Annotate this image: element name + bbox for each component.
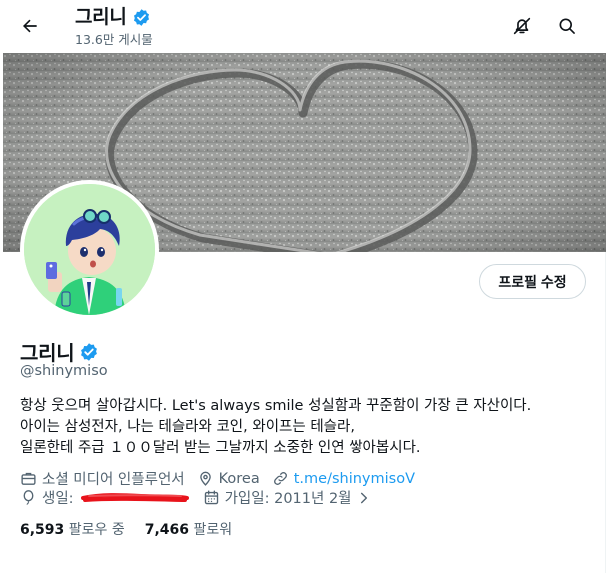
- profile-meta-row-2: 생일: 가입일: 2011년 2월: [20, 487, 383, 508]
- search-button[interactable]: [552, 11, 582, 41]
- briefcase-icon: [21, 472, 36, 485]
- profile-meta-row: 소셜 미디어 인플루언서 Korea t.me/shinymisoV: [20, 468, 427, 489]
- bell-off-icon: [513, 17, 531, 35]
- verified-badge-icon[interactable]: [79, 342, 99, 362]
- category-item: 소셜 미디어 인플루언서: [20, 468, 185, 489]
- verified-badge-icon: [133, 8, 149, 26]
- location-pin-icon: [199, 471, 211, 486]
- bio-line: 아이는 삼성전자, 나는 테슬라와 코인, 와이프는 테슬라,: [20, 419, 355, 435]
- header-title-block: 그리니 13.6만 게시물: [75, 4, 153, 48]
- followers-link[interactable]: 7,466 팔로워: [145, 519, 232, 539]
- location-item: Korea: [197, 470, 260, 487]
- profile-avatar[interactable]: [20, 180, 159, 319]
- avatar-illustration: [24, 184, 155, 315]
- balloon-icon: [23, 490, 34, 505]
- birthday-label: 생일:: [42, 491, 74, 507]
- profile-handle: @shinymiso: [20, 363, 108, 379]
- category-text: 소셜 미디어 인플루언서: [42, 472, 185, 488]
- profile-name: 그리니: [20, 341, 75, 365]
- following-label: 팔로우 중: [68, 522, 125, 538]
- profile-page: 그리니 13.6만 게시물 프로필 수정 그리니 @shinymiso 항상 웃…: [0, 0, 606, 573]
- following-link[interactable]: 6,593 팔로우 중: [20, 519, 125, 539]
- chevron-right-icon: [360, 492, 367, 503]
- website-item[interactable]: t.me/shinymisoV: [272, 470, 415, 487]
- follow-stats: 6,593 팔로우 중 7,466 팔로워: [20, 519, 232, 539]
- birthday-item: 생일:: [20, 487, 189, 508]
- redaction-scribble: [80, 492, 189, 502]
- notifications-off-button[interactable]: [507, 11, 537, 41]
- header-title: 그리니: [75, 6, 127, 28]
- top-bar: 그리니 13.6만 게시물: [0, 0, 606, 53]
- post-count: 13.6만 게시물: [75, 32, 153, 47]
- bio-line: 일론한테 주급 １００달러 받는 그날까지 소중한 인연 쌓아봅시다.: [20, 440, 421, 456]
- website-link[interactable]: t.me/shinymisoV: [294, 471, 415, 487]
- bio-line: 항상 웃으며 살아갑시다. Let's always smile 성실함과 꾸준…: [20, 398, 532, 414]
- followers-count: 7,466: [144, 522, 190, 538]
- link-icon: [273, 472, 287, 485]
- joined-text: 가입일: 2011년 2월: [224, 491, 352, 507]
- edit-profile-button[interactable]: 프로필 수정: [479, 264, 586, 299]
- joined-item[interactable]: 가입일: 2011년 2월: [203, 487, 371, 508]
- calendar-icon: [204, 490, 218, 505]
- search-icon: [559, 18, 575, 34]
- profile-name-row: 그리니: [20, 337, 99, 366]
- following-count: 6,593: [20, 522, 65, 538]
- arrow-left-icon: [23, 19, 37, 33]
- back-button[interactable]: [14, 10, 46, 42]
- followers-label: 팔로워: [193, 522, 233, 538]
- profile-bio: 항상 웃으며 살아갑시다. Let's always smile 성실함과 꾸준…: [20, 396, 590, 459]
- location-text: Korea: [218, 470, 260, 487]
